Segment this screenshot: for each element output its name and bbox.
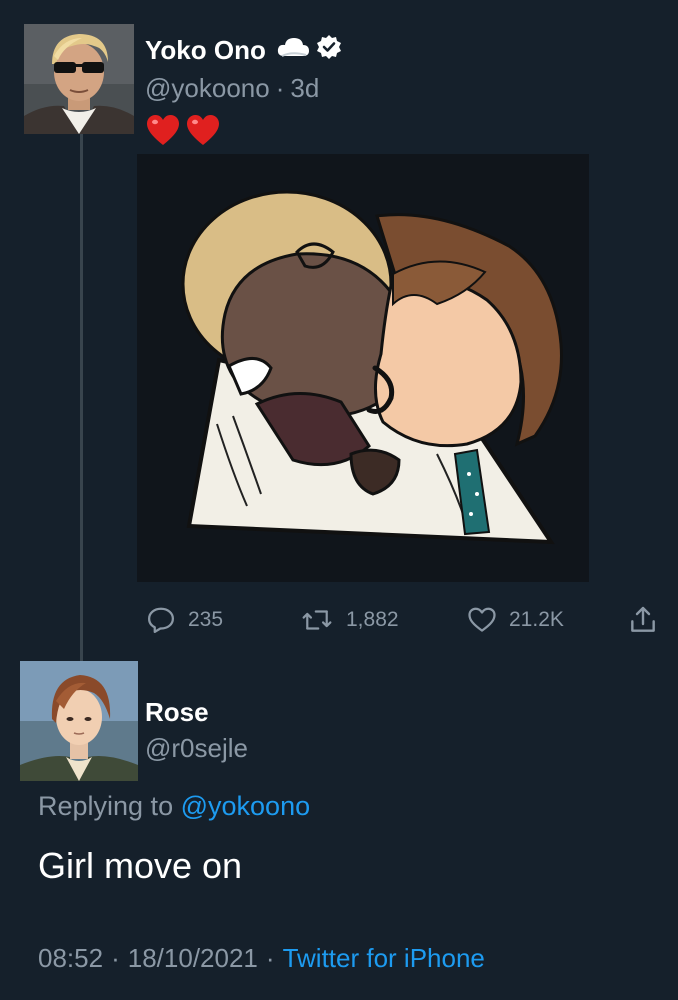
reply-action[interactable]: 235 [146,604,223,636]
illustration-icon [137,154,589,582]
reply-count: 235 [188,608,224,631]
reply-author-handle[interactable]: @r0sejle [145,735,248,761]
author-avatar[interactable] [24,24,134,134]
author-header: Yoko Ono [145,34,342,65]
avatar-brown-hair-icon [20,661,138,781]
like-action[interactable]: 21.2K [467,604,564,636]
reply-footer: 08:52 · 18/10/2021 · Twitter for iPhone [38,945,485,971]
heart-emoji-icon [146,114,180,153]
tweet-age[interactable]: 3d [290,75,319,101]
author-handle[interactable]: @yokoono [145,75,270,101]
author-subheader: @yokoono · 3d [145,75,319,101]
client-link[interactable]: Twitter for iPhone [283,945,485,971]
reply-icon [148,607,174,633]
verified-badge-icon [316,34,342,65]
reply-text: Girl move on [38,845,243,886]
like-count: 21.2K [509,608,564,631]
replying-to-link[interactable]: @yokoono [181,791,311,821]
avatar-blonde-sunglasses-icon [24,24,134,134]
reply-author-name[interactable]: Rose [145,699,209,725]
author-name[interactable]: Yoko Ono [145,37,266,63]
replying-to-line: Replying to @yokoono [38,793,310,820]
share-icon [631,606,655,632]
heart-icon [468,607,496,632]
tweet-media-image[interactable] [137,154,589,582]
separator-dot: · [265,943,275,973]
heart-emoji-icon [186,114,220,153]
retweet-icon [302,610,332,630]
share-action[interactable] [627,604,659,636]
thread-line [80,133,83,661]
cloud-icon [276,36,310,63]
retweet-count: 1,882 [346,608,399,631]
replying-prefix: Replying to [38,791,174,821]
separator-dot: · [275,73,285,103]
reply-time[interactable]: 08:52 [38,945,103,971]
tweet-text [146,114,220,153]
reply-author-avatar[interactable] [20,661,138,781]
retweet-action[interactable]: 1,882 [300,604,399,636]
separator-dot: · [111,943,120,973]
reply-date[interactable]: 18/10/2021 [128,945,258,971]
